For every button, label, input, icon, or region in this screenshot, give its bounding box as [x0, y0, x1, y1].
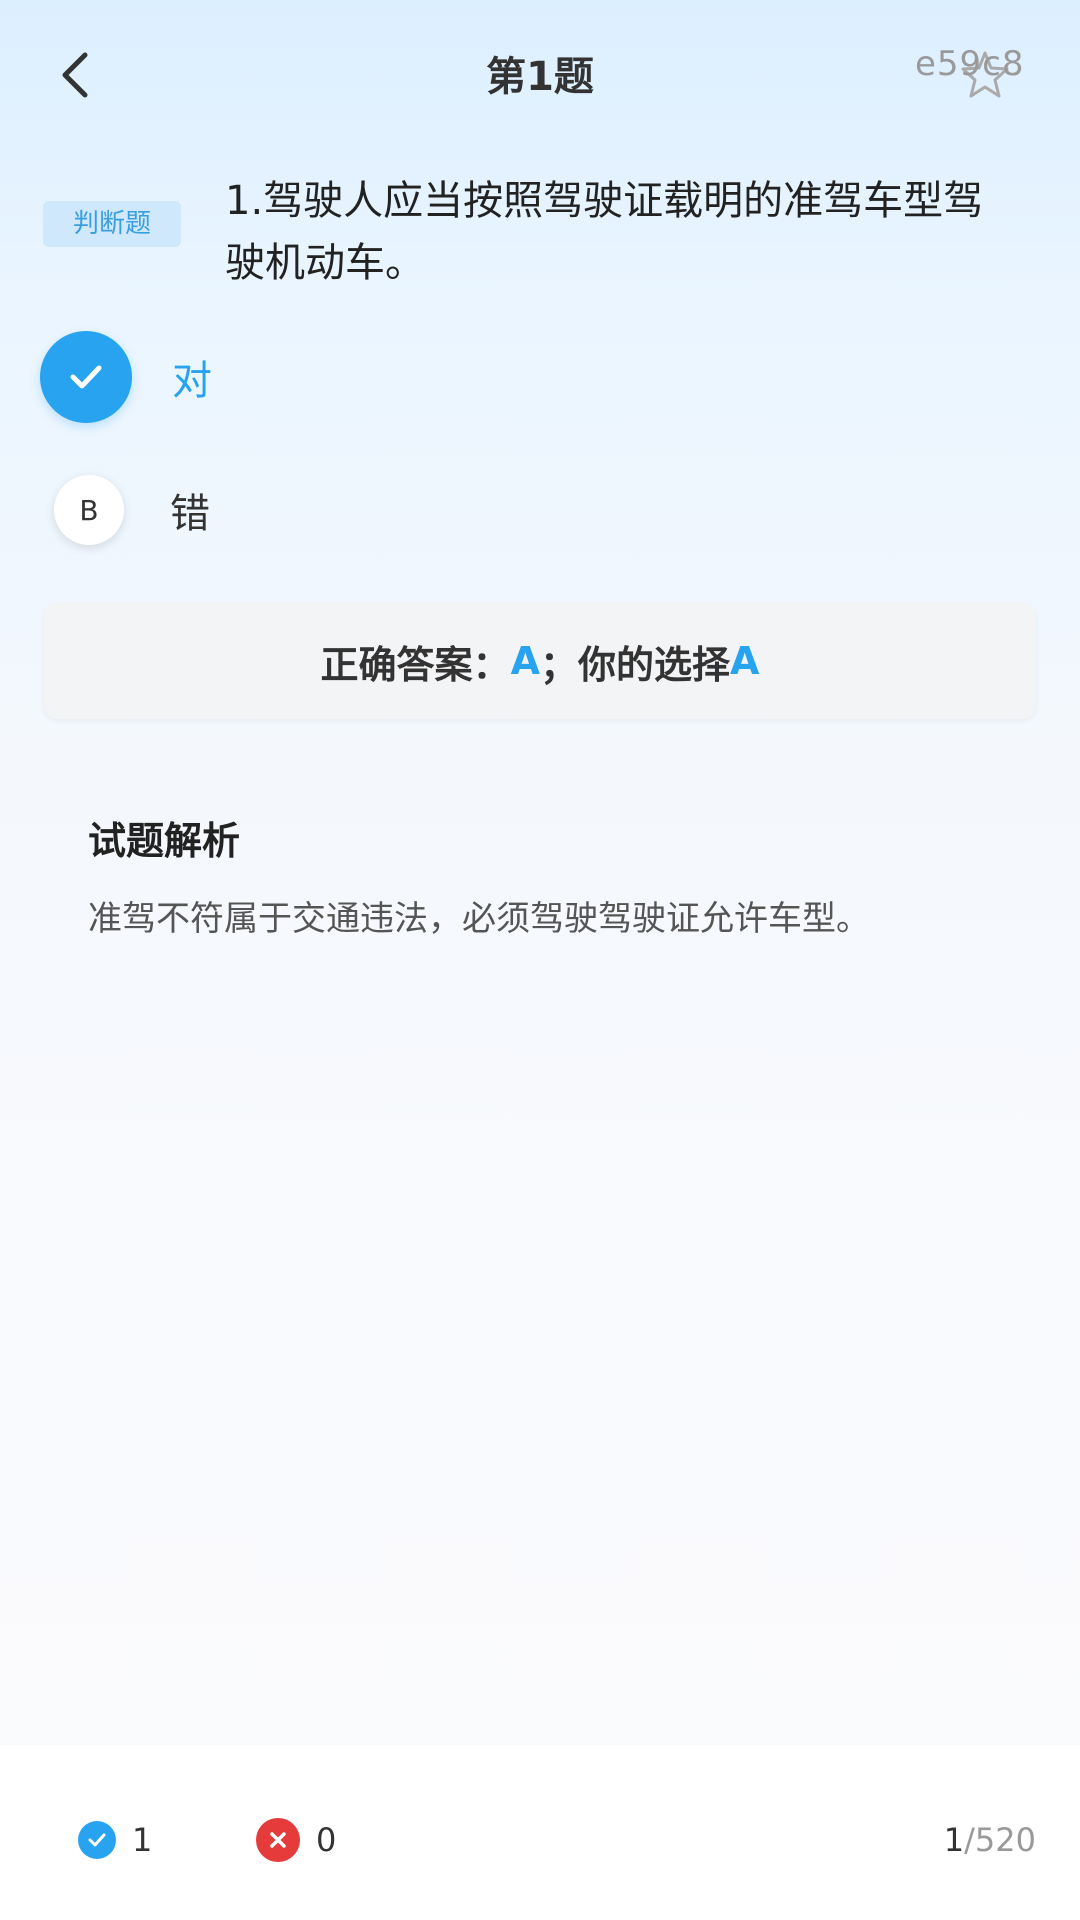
- answer-summary: 正确答案： A ； 你的选择 A: [44, 603, 1036, 719]
- option-b[interactable]: B 错: [40, 465, 940, 555]
- correct-answer-label: 正确答案：: [320, 642, 511, 687]
- correct-count-button[interactable]: 1: [78, 1818, 152, 1862]
- cross-circle-icon: [256, 1818, 300, 1862]
- progress-current: 1: [943, 1821, 965, 1859]
- option-b-letter: B: [54, 475, 124, 545]
- header: 第1题 e59c8: [0, 0, 1080, 150]
- analysis-title: 试题解析: [88, 819, 241, 863]
- your-choice-label: 你的选择: [578, 642, 731, 687]
- question-text: 1.驾驶人应当按照驾驶证载明的准驾车型驾驶机动车。: [225, 178, 984, 286]
- wrong-count-button[interactable]: 0: [256, 1818, 336, 1862]
- check-circle-icon: [78, 1821, 116, 1859]
- progress-total: /520: [964, 1821, 1036, 1859]
- question-type-tag: 判断题: [43, 201, 181, 247]
- watermark-text: e59c8: [915, 44, 1025, 84]
- your-choice-value: A: [730, 639, 760, 683]
- option-b-label: 错: [170, 491, 210, 537]
- check-icon: [70, 365, 102, 389]
- correct-count: 1: [132, 1821, 153, 1859]
- analysis-text: 准驾不符属于交通违法，必须驾驶驾驶证允许车型。: [88, 899, 870, 939]
- question-progress[interactable]: 1/520: [900, 1818, 1036, 1862]
- selected-check-circle: [40, 331, 132, 423]
- option-a-label: 对: [172, 358, 212, 404]
- answer-separator: ；: [539, 642, 578, 687]
- wrong-count: 0: [316, 1821, 337, 1859]
- option-a[interactable]: 对: [40, 331, 940, 423]
- correct-answer-value: A: [510, 639, 540, 683]
